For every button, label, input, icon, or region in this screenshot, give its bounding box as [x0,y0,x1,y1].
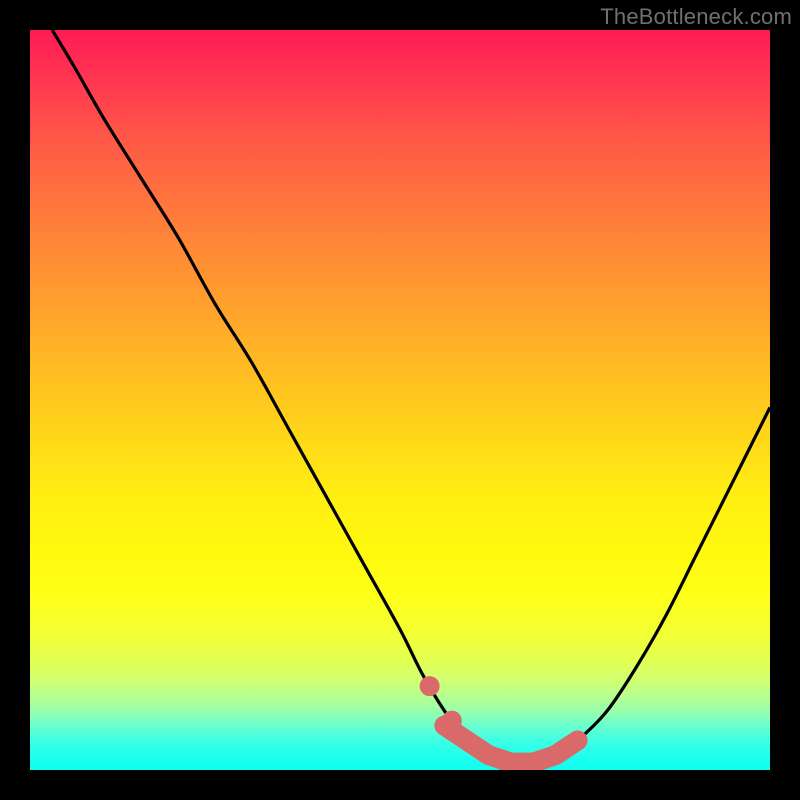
plot-area [30,30,770,770]
watermark-text: TheBottleneck.com [600,4,792,30]
chart-frame: TheBottleneck.com [0,0,800,800]
bottleneck-curve-svg [30,30,770,770]
bottleneck-curve-path [52,30,770,764]
optimal-zone-highlight [420,676,578,762]
optimal-zone-dot [420,676,440,696]
optimal-zone-dot [442,711,462,731]
optimal-zone-path [444,726,577,763]
